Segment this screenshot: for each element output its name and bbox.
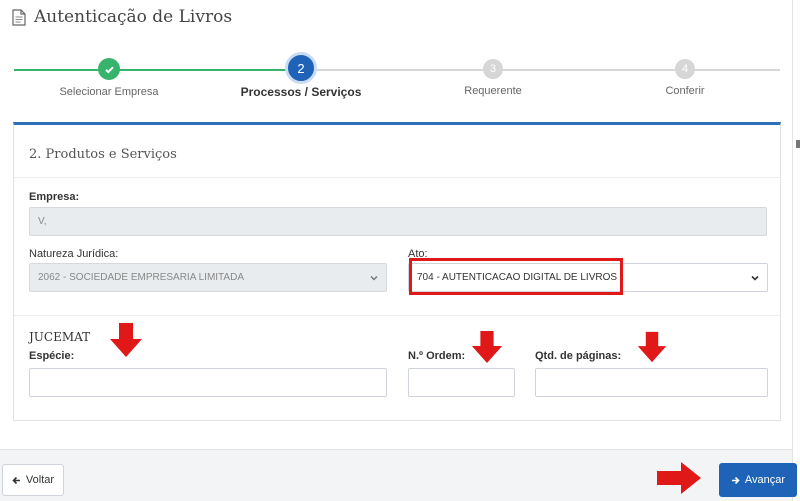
step-processos-servicos[interactable]: 2 Processos / Serviços <box>201 50 401 99</box>
next-button[interactable]: Avançar <box>719 463 797 497</box>
page-title: Autenticação de Livros <box>34 7 233 27</box>
next-button-label: Avançar <box>744 474 786 486</box>
step-number: 3 <box>483 59 503 79</box>
arrow-left-icon <box>12 476 20 484</box>
paginas-input[interactable] <box>535 368 768 397</box>
empresa-field: V, <box>29 207 767 236</box>
natureza-juridica-label: Natureza Jurídica: <box>29 248 119 260</box>
group-title: JUCEMAT <box>29 330 91 344</box>
paginas-label: Qtd. de páginas: <box>535 350 622 362</box>
footer-bar: Voltar Avançar <box>0 449 797 501</box>
arrow-right-icon <box>657 462 701 494</box>
section-title: 2. Produtos e Serviços <box>29 147 177 162</box>
back-button[interactable]: Voltar <box>2 464 64 496</box>
page-header: Autenticação de Livros <box>0 0 792 34</box>
back-button-label: Voltar <box>25 474 55 486</box>
step-number: 4 <box>675 59 695 79</box>
empresa-value: V, <box>38 216 47 227</box>
ordem-label: N.º Ordem: <box>408 350 466 362</box>
step-label: Requerente <box>464 85 522 97</box>
ato-highlight-box <box>409 258 623 295</box>
section-divider <box>14 177 780 178</box>
step-number: 2 <box>285 52 317 84</box>
step-label: Processos / Serviços <box>240 85 362 99</box>
natureza-juridica-value: 2062 - SOCIEDADE EMPRESARIA LIMITADA <box>38 272 244 283</box>
scroll-marker <box>796 140 800 148</box>
step-label: Conferir <box>665 85 705 97</box>
natureza-juridica-select: 2062 - SOCIEDADE EMPRESARIA LIMITADA <box>29 263 387 292</box>
chevron-down-icon <box>751 275 759 281</box>
ordem-input[interactable] <box>408 368 515 397</box>
products-services-card: 2. Produtos e Serviços Empresa: V, Natur… <box>13 122 781 421</box>
step-label: Selecionar Empresa <box>59 86 159 98</box>
step-selecionar-empresa[interactable]: Selecionar Empresa <box>9 50 209 98</box>
document-icon <box>12 8 26 26</box>
check-icon <box>98 58 120 80</box>
arrow-down-icon <box>471 330 503 364</box>
empresa-label: Empresa: <box>29 191 80 203</box>
arrow-down-icon <box>637 331 667 363</box>
especie-input[interactable] <box>29 368 387 397</box>
page-divider <box>792 0 793 501</box>
group-divider <box>14 315 780 316</box>
arrow-right-icon <box>731 476 740 484</box>
especie-label: Espécie: <box>29 350 75 362</box>
step-requerente[interactable]: 3 Requerente <box>393 50 593 97</box>
page: Autenticação de Livros Selecionar Empres… <box>0 0 800 501</box>
wizard-stepper: Selecionar Empresa 2 Processos / Serviço… <box>0 50 792 110</box>
chevron-down-icon <box>370 275 378 281</box>
step-conferir[interactable]: 4 Conferir <box>585 50 785 97</box>
arrow-down-icon <box>110 323 142 357</box>
